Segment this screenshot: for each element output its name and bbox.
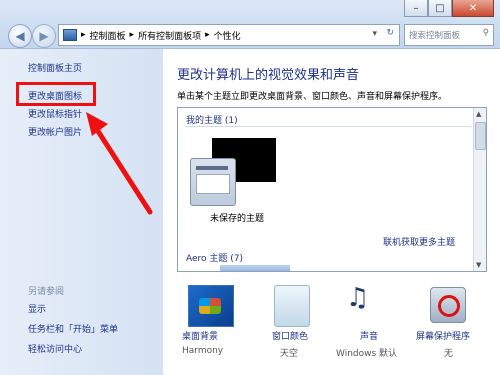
window-color-icon[interactable] bbox=[274, 285, 310, 327]
screensaver-value: 无 bbox=[444, 349, 454, 359]
screensaver-label[interactable]: 屏幕保护程序 bbox=[416, 329, 470, 342]
window-color-label[interactable]: 窗口颜色 bbox=[272, 329, 308, 342]
my-themes-heading: 我的主题 (1) bbox=[186, 116, 238, 126]
aero-themes-heading: Aero 主题 (7) bbox=[186, 254, 244, 264]
aero-theme-preview[interactable] bbox=[220, 265, 290, 271]
desktop-background-icon[interactable] bbox=[188, 285, 234, 327]
scrollbar[interactable]: ▲ ▼ bbox=[473, 108, 486, 271]
unsaved-theme-label: 未保存的主题 bbox=[210, 214, 265, 224]
appearance-settings: 桌面背景 Harmony 窗口颜色 天空 ♫ 声音 Windows 默认 屏幕保… bbox=[178, 283, 498, 375]
desktop-background-label[interactable]: 桌面背景 bbox=[182, 329, 218, 342]
online-themes-link[interactable]: 联机获取更多主题 bbox=[383, 235, 455, 248]
scroll-down-icon[interactable]: ▼ bbox=[476, 261, 481, 269]
scroll-up-icon[interactable]: ▲ bbox=[476, 110, 481, 118]
page-title: 更改计算机上的视觉效果和声音 bbox=[177, 68, 360, 83]
sound-icon[interactable]: ♫ bbox=[346, 283, 390, 325]
divider bbox=[186, 126, 471, 127]
window-color-value: 天空 bbox=[280, 349, 299, 359]
scroll-thumb[interactable] bbox=[475, 122, 486, 150]
theme-list[interactable]: 我的主题 (1) 未保存的主题 联机获取更多主题 Aero 主题 (7) ▲ ▼ bbox=[177, 107, 487, 272]
desktop-background-value: Harmony bbox=[182, 346, 224, 356]
sounds-label[interactable]: 声音 bbox=[360, 329, 378, 342]
page-description: 单击某个主题立即更改桌面背景、窗口颜色、声音和屏幕保护程序。 bbox=[177, 92, 448, 102]
screensaver-icon[interactable] bbox=[430, 287, 466, 323]
unsaved-theme-thumbnail[interactable] bbox=[188, 138, 280, 210]
window-preview bbox=[190, 158, 236, 206]
sounds-value: Windows 默认 bbox=[336, 349, 398, 359]
